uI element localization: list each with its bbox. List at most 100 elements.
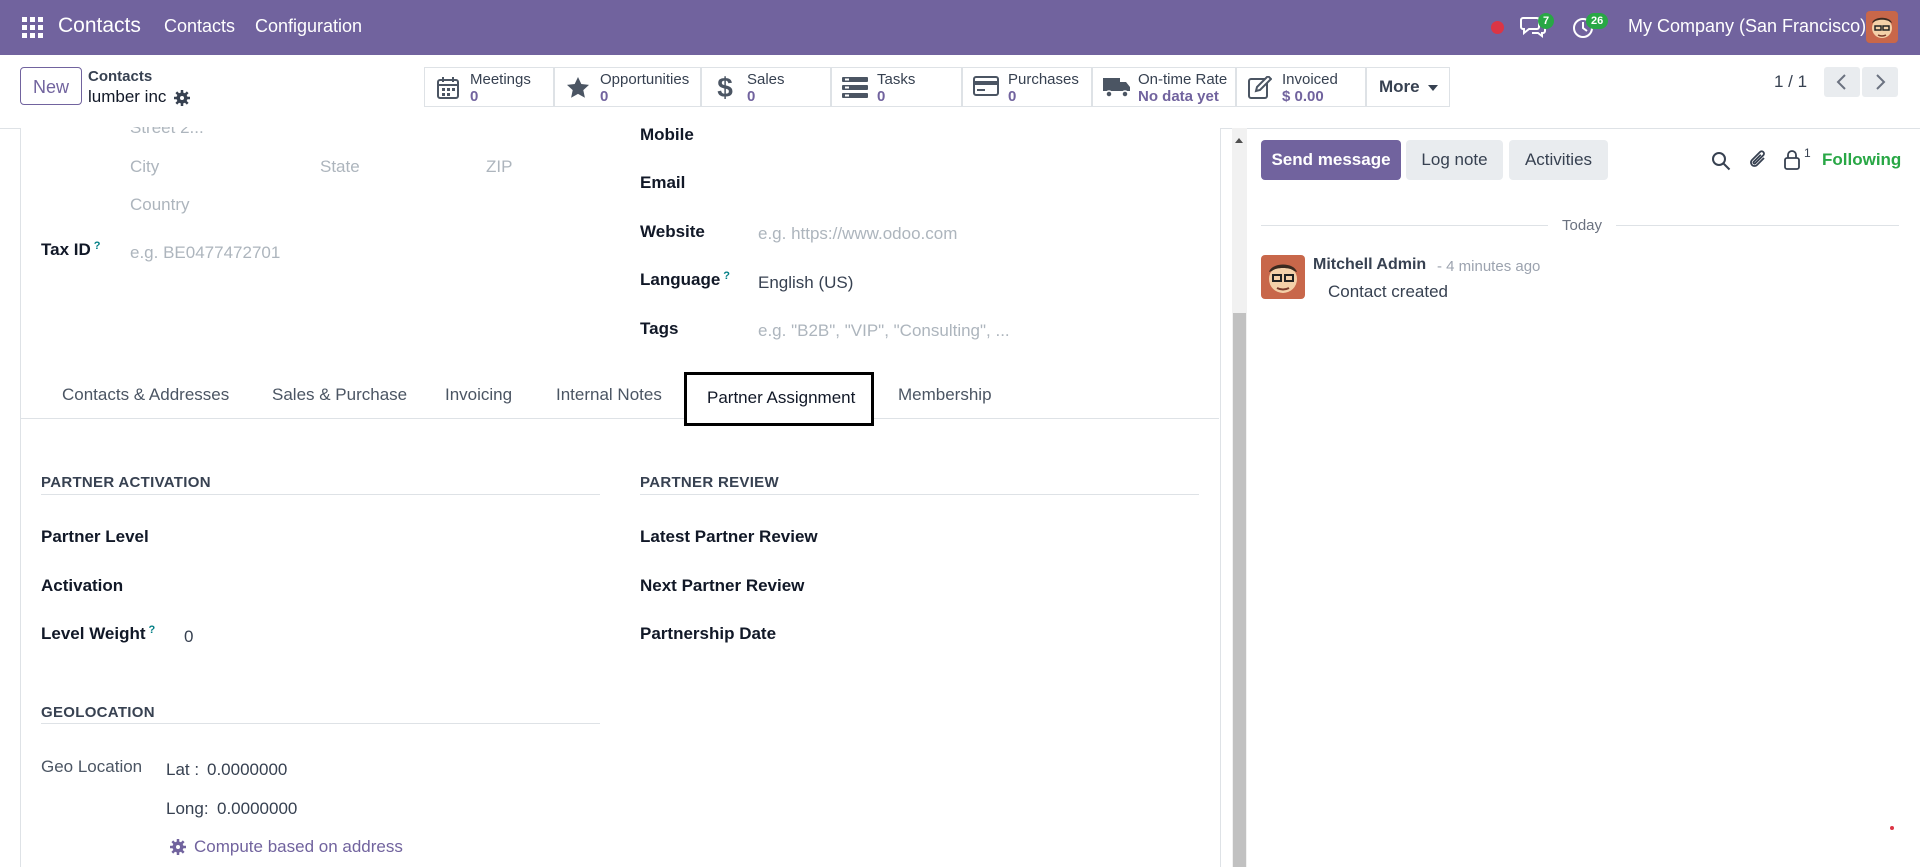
more-label: More [1379,77,1420,96]
tab-contacts-addresses[interactable]: Contacts & Addresses [62,385,229,405]
activities-count-badge: 26 [1586,13,1609,29]
tab-invoicing[interactable]: Invoicing [445,385,512,405]
smart-button-value: 0 [600,88,609,105]
message-time: - 4 minutes ago [1437,258,1541,275]
section-divider [640,494,1199,495]
log-note-button[interactable]: Log note [1406,140,1503,180]
partnership-date-label: Partnership Date [640,624,777,643]
invoice-icon [1247,74,1273,100]
smart-button-label: Invoiced [1282,71,1338,88]
level-weight-label: Level Weight? [41,624,156,643]
email-label: Email [640,173,686,192]
website-label: Website [640,222,705,241]
compute-address-label: Compute based on address [194,837,403,856]
app-title[interactable]: Contacts [58,14,141,38]
smart-button-label: Purchases [1008,71,1079,88]
scroll-up-arrow-icon[interactable] [1235,138,1243,143]
zip-input[interactable]: ZIP [486,157,512,177]
more-button[interactable]: More [1366,67,1450,107]
message-author-avatar[interactable] [1261,255,1305,299]
tags-label: Tags [640,319,679,338]
record-name: lumber inc [88,87,167,106]
language-label: Language? [640,270,731,289]
pager-next-button[interactable] [1862,67,1898,97]
tab-sales-purchase[interactable]: Sales & Purchase [272,385,407,405]
smart-button-value: 0 [1008,88,1017,105]
tab-internal-notes[interactable]: Internal Notes [556,385,662,405]
search-icon[interactable] [1711,151,1731,171]
tab-partner-assignment-label: Partner Assignment [707,388,856,407]
smart-button-label: On-time Rate [1138,71,1228,88]
followers-lock-icon[interactable] [1783,149,1801,171]
tab-partner-assignment[interactable]: Partner Assignment [684,372,874,426]
smart-button-meetings[interactable]: Meetings 0 [424,67,554,107]
activities-button[interactable]: Activities [1509,140,1608,180]
recording-indicator-icon[interactable] [1491,21,1504,34]
dollar-icon: $ [717,72,733,103]
form-sheet [20,128,1221,867]
followers-count: 1 [1804,146,1811,160]
control-panel: New Contacts lumber inc Meetings 0 Oppor… [0,55,1920,129]
website-input[interactable]: e.g. https://www.odoo.com [758,224,957,244]
scrollbar-thumb[interactable] [1233,313,1246,867]
next-partner-review-label: Next Partner Review [640,576,805,595]
smart-button-purchases[interactable]: Purchases 0 [962,67,1092,107]
smart-button-tasks[interactable]: Tasks 0 [831,67,962,107]
help-icon[interactable]: ? [723,270,730,282]
date-separator: Today [1548,217,1617,234]
level-weight-input[interactable]: 0 [184,627,193,647]
chevron-left-icon [1836,74,1846,90]
message-body: Contact created [1328,282,1449,301]
tax-id-label: Tax ID? [41,240,101,259]
geolocation-title: GEOLOCATION [41,704,155,721]
smart-button-label: Sales [747,71,785,88]
smart-button-value: 0 [877,88,886,105]
partner-level-label: Partner Level [41,527,149,546]
geo-location-label: Geo Location [41,757,143,776]
message-author[interactable]: Mitchell Admin [1313,256,1426,274]
state-input[interactable]: State [320,157,360,177]
smart-button-value: 0 [470,88,479,105]
pager-prev-button[interactable] [1824,67,1860,97]
help-icon[interactable]: ? [94,240,101,252]
record-settings-gear-icon[interactable] [174,90,190,106]
tab-membership[interactable]: Membership [898,385,992,405]
new-button[interactable]: New [20,67,82,105]
messages-count-badge: 7 [1538,13,1555,29]
company-switcher[interactable]: My Company (San Francisco) [1628,16,1866,37]
send-message-button[interactable]: Send message [1261,140,1401,180]
partner-activation-title: PARTNER ACTIVATION [41,474,211,491]
smart-button-value: $ 0.00 [1282,88,1324,105]
menu-configuration[interactable]: Configuration [255,16,362,37]
attachment-paperclip-icon[interactable] [1748,149,1768,171]
tax-id-input[interactable]: e.g. BE0477472701 [130,243,280,263]
tasks-icon [842,76,868,100]
form-scrollbar[interactable] [1232,128,1247,867]
truck-icon [1103,76,1130,100]
user-avatar[interactable] [1866,11,1898,43]
apps-menu-icon[interactable] [22,17,43,38]
partner-review-title: PARTNER REVIEW [640,474,779,491]
long-value: 0.0000000 [217,799,298,818]
smart-button-on-time-rate[interactable]: On-time Rate No data yet [1092,67,1236,107]
smart-button-opportunities[interactable]: Opportunities 0 [554,67,701,107]
following-button[interactable]: Following [1822,150,1901,170]
star-icon [565,76,591,100]
city-input[interactable]: City [130,157,159,177]
tags-input[interactable]: e.g. "B2B", "VIP", "Consulting", ... [758,321,1010,341]
breadcrumb[interactable]: Contacts [88,68,152,85]
pager[interactable]: 1 / 1 [1774,72,1807,92]
menu-contacts[interactable]: Contacts [164,16,235,37]
help-icon[interactable]: ? [149,624,156,636]
language-select[interactable]: English (US) [758,273,853,293]
caret-down-icon [1428,85,1438,91]
calendar-icon [435,76,461,100]
smart-button-label: Opportunities [600,71,690,88]
smart-button-sales[interactable]: $ Sales 0 [701,67,831,107]
section-divider [41,494,600,495]
country-input[interactable]: Country [130,195,190,215]
smart-button-invoiced[interactable]: Invoiced $ 0.00 [1236,67,1366,107]
long-label: Long: [166,799,209,818]
smart-button-value: 0 [747,88,756,105]
smart-button-value: No data yet [1138,88,1219,105]
